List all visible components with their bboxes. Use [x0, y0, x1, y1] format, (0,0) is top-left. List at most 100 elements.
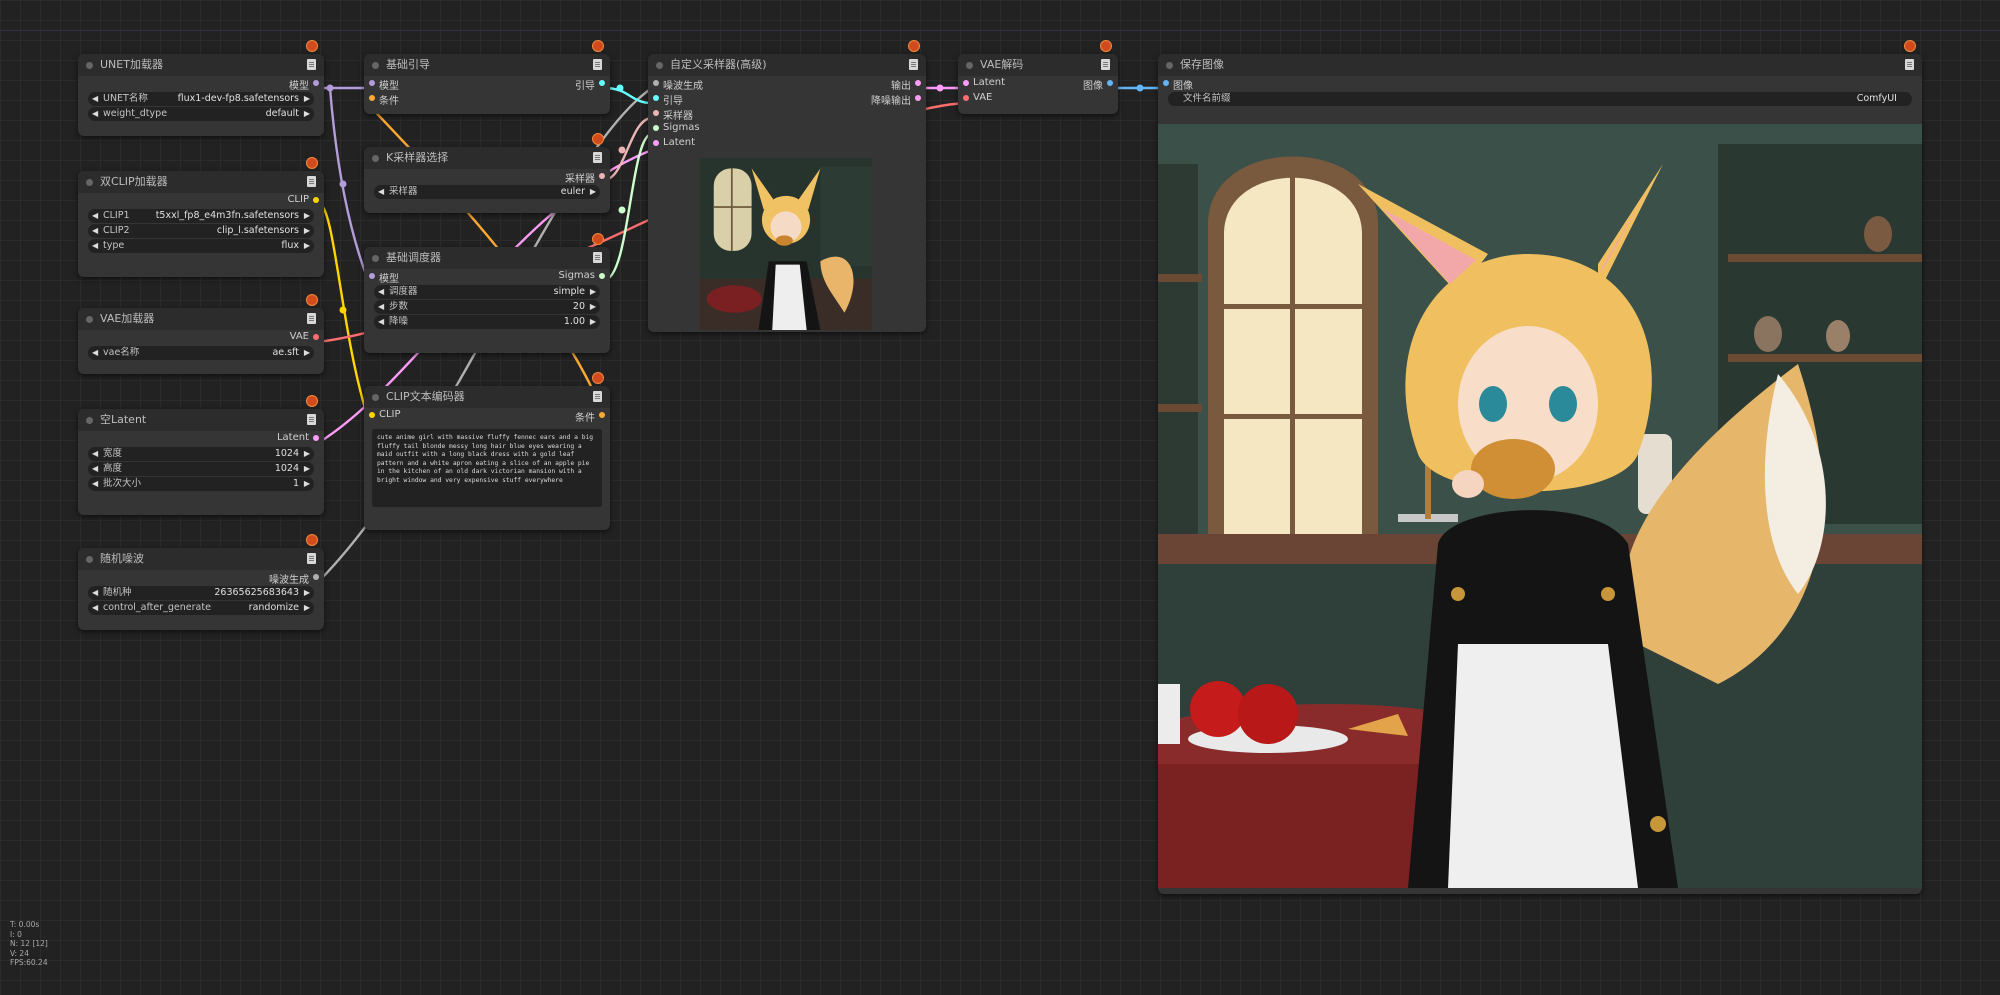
- node-title: 保存图像: [1180, 58, 1224, 71]
- output-denoised[interactable]: 降噪输出: [871, 92, 921, 107]
- node-badge-icon: [306, 157, 318, 169]
- node-title: 随机噪波: [100, 552, 144, 565]
- input-model[interactable]: 模型: [369, 77, 399, 92]
- document-icon[interactable]: [307, 553, 316, 564]
- document-icon[interactable]: [1905, 59, 1914, 70]
- node-title: 空Latent: [100, 413, 147, 426]
- node-basic-scheduler[interactable]: 基础调度器 模型 Sigmas ◀ 调度器 simple ▶ ◀ 步数 20 ▶ ◀ 降噪 1.0…: [364, 233, 610, 353]
- input-image[interactable]: 图像: [1163, 77, 1193, 92]
- node-title: CLIP文本编码器: [386, 390, 465, 403]
- collapse-dot-icon[interactable]: [372, 62, 379, 69]
- document-icon[interactable]: [909, 59, 918, 70]
- vae-name-widget[interactable]: ◀ vae名称 ae.sft ▶: [88, 346, 314, 360]
- collapse-dot-icon[interactable]: [86, 417, 93, 424]
- clip2-widget[interactable]: ◀ CLIP2 clip_l.safetensors ▶: [88, 224, 314, 238]
- input-conditioning[interactable]: 条件: [369, 92, 399, 107]
- output-sampler[interactable]: 采样器: [565, 170, 605, 185]
- node-clip-text-encode[interactable]: CLIP文本编码器 CLIP 条件 cute anime girl with ma…: [364, 372, 610, 530]
- node-badge-icon: [1100, 40, 1112, 52]
- input-model[interactable]: 模型: [369, 270, 399, 285]
- collapse-dot-icon[interactable]: [656, 62, 663, 69]
- prompt-textarea[interactable]: cute anime girl with massive fluffy fenn…: [372, 429, 602, 507]
- node-badge-icon: [908, 40, 920, 52]
- node-basic-guider[interactable]: 基础引导 模型 引导 条件: [364, 40, 610, 114]
- input-guider[interactable]: 引导: [653, 92, 683, 107]
- node-vae-decode[interactable]: VAE解码 Latent 图像 VAE: [958, 40, 1118, 114]
- weight-dtype-widget[interactable]: ◀ weight_dtype default ▶: [88, 107, 314, 121]
- collapse-dot-icon[interactable]: [372, 394, 379, 401]
- node-save-image[interactable]: 保存图像 图像 文件名前缀 ComfyUI: [1158, 40, 1922, 894]
- input-latent[interactable]: Latent: [963, 77, 1005, 88]
- output-latent[interactable]: Latent: [277, 432, 319, 443]
- type-widget[interactable]: ◀ type flux ▶: [88, 239, 314, 253]
- document-icon[interactable]: [307, 313, 316, 324]
- document-icon[interactable]: [593, 59, 602, 70]
- collapse-dot-icon[interactable]: [86, 556, 93, 563]
- document-icon[interactable]: [307, 59, 316, 70]
- document-icon[interactable]: [1101, 59, 1110, 70]
- output-vae[interactable]: VAE: [290, 331, 319, 342]
- node-empty-latent[interactable]: 空Latent Latent ◀ 宽度 1024 ▶ ◀ 高度 1024 ▶ ◀ 批次大小 1 ▶: [78, 395, 324, 515]
- link-model-scheduler: [328, 87, 370, 281]
- output-guider[interactable]: 引导: [575, 77, 605, 92]
- node-title: 基础引导: [386, 58, 430, 71]
- node-badge-icon: [306, 40, 318, 52]
- collapse-dot-icon[interactable]: [1166, 62, 1173, 69]
- node-sampler-custom-advanced[interactable]: 自定义采样器(高级) 噪波生成 输出 引导 降噪输出 采样器 Sigmas Late…: [648, 40, 926, 332]
- node-title: 双CLIP加载器: [100, 175, 168, 188]
- output-noise[interactable]: 噪波生成: [269, 571, 319, 586]
- document-icon[interactable]: [307, 414, 316, 425]
- width-widget[interactable]: ◀ 宽度 1024 ▶: [88, 447, 314, 461]
- scheduler-widget[interactable]: ◀ 调度器 simple ▶: [374, 285, 600, 299]
- node-vae-loader[interactable]: VAE加载器 VAE ◀ vae名称 ae.sft ▶: [78, 294, 324, 374]
- output-output[interactable]: 输出: [891, 77, 921, 92]
- link-sigmas-sampler: [603, 132, 653, 282]
- node-title: 自定义采样器(高级): [670, 58, 767, 71]
- output-clip[interactable]: CLIP: [287, 194, 319, 205]
- output-conditioning[interactable]: 条件: [575, 409, 605, 424]
- collapse-dot-icon[interactable]: [86, 179, 93, 186]
- stat-time: T: 0.00s: [10, 920, 40, 929]
- sampler-widget[interactable]: ◀ 采样器 euler ▶: [374, 185, 600, 199]
- node-title: VAE加载器: [100, 312, 155, 325]
- collapse-dot-icon[interactable]: [86, 316, 93, 323]
- node-random-noise[interactable]: 随机噪波 噪波生成 ◀ 随机种 263656256836​43 ▶ ◀ control_…: [78, 534, 324, 630]
- collapse-dot-icon[interactable]: [966, 62, 973, 69]
- input-vae[interactable]: VAE: [963, 92, 992, 103]
- height-widget[interactable]: ◀ 高度 1024 ▶: [88, 462, 314, 476]
- node-unet-loader[interactable]: UNET加载器 模型 ◀ UNET名称 flux1-dev-fp8.safetens…: [78, 40, 324, 136]
- node-badge-icon: [306, 534, 318, 546]
- node-dual-clip-loader[interactable]: 双CLIP加载器 CLIP ◀ CLIP1 t5xxl_fp8_e4m3fn.saf…: [78, 157, 324, 277]
- batch-size-widget[interactable]: ◀ 批次大小 1 ▶: [88, 477, 314, 491]
- unet-name-widget[interactable]: ◀ UNET名称 flux1-dev-fp8.safetensors ▶: [88, 92, 314, 106]
- collapse-dot-icon[interactable]: [372, 255, 379, 262]
- document-icon[interactable]: [307, 176, 316, 187]
- input-sampler[interactable]: 采样器: [653, 107, 693, 122]
- document-icon[interactable]: [593, 391, 602, 402]
- seed-widget[interactable]: ◀ 随机种 263656256836​43 ▶: [88, 586, 314, 600]
- output-model[interactable]: 模型: [289, 77, 319, 92]
- clip1-widget[interactable]: ◀ CLIP1 t5xxl_fp8_e4m3fn.safetensors ▶: [88, 209, 314, 223]
- document-icon[interactable]: [593, 252, 602, 263]
- input-sigmas[interactable]: Sigmas: [653, 122, 700, 133]
- node-title: K采样器选择: [386, 151, 449, 164]
- node-title: 基础调度器: [386, 251, 441, 264]
- stat-fps: FPS:60.24: [10, 958, 48, 967]
- denoise-widget[interactable]: ◀ 降噪 1.00 ▶: [374, 315, 600, 329]
- input-latent[interactable]: Latent: [653, 137, 695, 148]
- node-ksampler-select[interactable]: K采样器选择 采样器 ◀ 采样器 euler ▶: [364, 133, 610, 213]
- output-sigmas[interactable]: Sigmas: [558, 270, 605, 281]
- input-noise[interactable]: 噪波生成: [653, 77, 703, 92]
- node-badge-icon: [592, 372, 604, 384]
- document-icon[interactable]: [593, 152, 602, 163]
- filename-prefix-widget[interactable]: 文件名前缀 ComfyUI: [1168, 92, 1912, 106]
- collapse-dot-icon[interactable]: [372, 155, 379, 162]
- steps-widget[interactable]: ◀ 步数 20 ▶: [374, 300, 600, 314]
- input-clip[interactable]: CLIP: [369, 409, 401, 420]
- control-after-generate-widget[interactable]: ◀ control_after_generate randomize ▶: [88, 601, 314, 615]
- node-title: UNET加载器: [100, 58, 163, 71]
- collapse-dot-icon[interactable]: [86, 62, 93, 69]
- node-title: VAE解码: [980, 58, 1024, 71]
- output-image[interactable]: 图像: [1083, 77, 1113, 92]
- node-badge-icon: [592, 133, 604, 145]
